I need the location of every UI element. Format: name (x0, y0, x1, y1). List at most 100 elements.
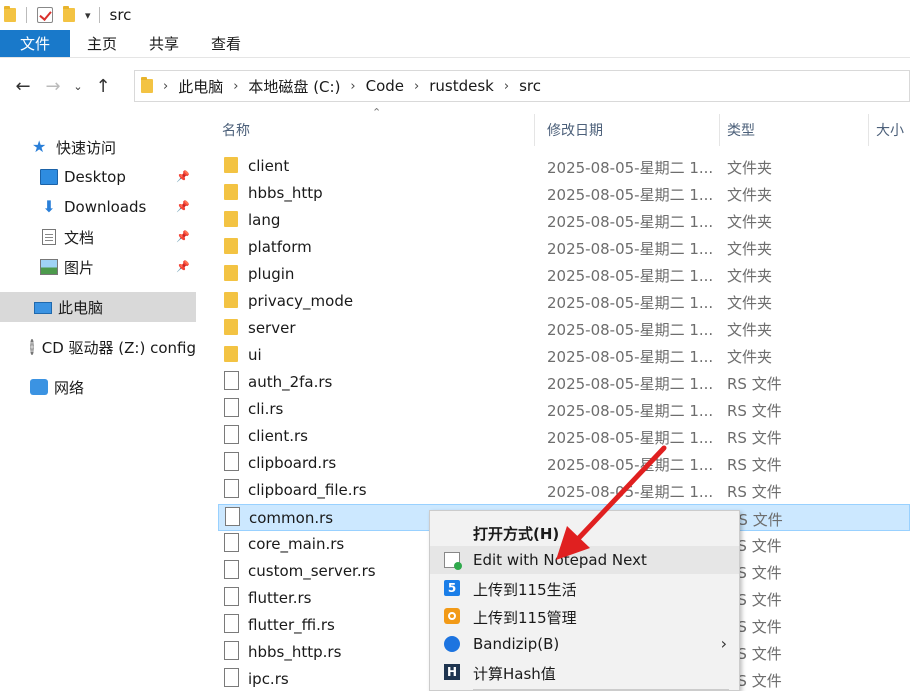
notepad-next-icon (444, 552, 462, 570)
file-type: 文件夹 (727, 186, 773, 204)
context-menu-bandizip[interactable]: Bandizip(B) › (430, 630, 739, 658)
back-arrow-icon[interactable]: ← (8, 71, 38, 101)
breadcrumb-this-pc[interactable]: 此电脑 (178, 76, 223, 97)
file-name: clipboard_file.rs (248, 481, 367, 499)
file-row[interactable]: auth_2fa.rs 2025-08-05-星期二 1... RS 文件 (218, 369, 910, 396)
column-divider[interactable] (719, 114, 720, 146)
nav-quick-access[interactable]: ★ 快速访问 (0, 132, 196, 162)
forward-arrow-icon[interactable]: → (38, 71, 68, 101)
file-name: hbbs_http.rs (248, 643, 342, 661)
file-row[interactable]: client.rs 2025-08-05-星期二 1... RS 文件 (218, 423, 910, 450)
divider (26, 7, 27, 23)
file-row[interactable]: clipboard_file.rs 2025-08-05-星期二 1... RS 文… (218, 477, 910, 504)
folder-icon (224, 238, 238, 254)
quick-access-dropdown-icon[interactable]: ▾ (85, 9, 91, 22)
tab-file[interactable]: 文件 (0, 30, 70, 57)
file-type: 文件夹 (727, 348, 773, 366)
file-icon (224, 614, 239, 633)
column-header-name[interactable]: 名称 (222, 120, 250, 140)
file-name: privacy_mode (248, 292, 354, 310)
context-menu-open-with[interactable]: 打开方式(H) (430, 518, 739, 546)
file-row[interactable]: ui 2025-08-05-星期二 1... 文件夹 (218, 342, 910, 369)
file-date: 2025-08-05-星期二 1... (547, 402, 714, 420)
folder-icon (224, 211, 238, 227)
column-divider[interactable] (868, 114, 869, 146)
file-type: 文件夹 (727, 240, 773, 258)
chevron-right-icon[interactable]: › (414, 79, 419, 94)
context-menu-upload-115-manage[interactable]: 上传到115管理 (430, 602, 739, 630)
column-header-type[interactable]: 类型 (727, 120, 755, 140)
file-name: client.rs (248, 427, 308, 445)
title-bar: ▾ src (0, 0, 910, 30)
window-title: src (109, 6, 132, 24)
file-icon (224, 560, 239, 579)
computer-icon (34, 302, 52, 314)
recent-locations-chevron-icon[interactable]: ⌄ (68, 80, 88, 93)
column-header-date[interactable]: 修改日期 (547, 120, 603, 140)
breadcrumb-rustdesk[interactable]: rustdesk (429, 77, 494, 95)
column-divider[interactable] (534, 114, 535, 146)
nav-cd-drive[interactable]: CD 驱动器 (Z:) config (0, 332, 196, 362)
menu-label: Edit with Notepad Next (473, 551, 647, 569)
file-row[interactable]: privacy_mode 2025-08-05-星期二 1... 文件夹 (218, 288, 910, 315)
address-bar[interactable]: › 此电脑 › 本地磁盘 (C:) › Code › rustdesk › sr… (134, 70, 910, 102)
breadcrumb-src[interactable]: src (519, 77, 541, 95)
nav-this-pc[interactable]: 此电脑 (0, 292, 196, 322)
context-menu-edit-with-notepad-next[interactable]: Edit with Notepad Next (430, 546, 739, 574)
file-date: 2025-08-05-星期二 1... (547, 240, 714, 258)
file-row[interactable]: hbbs_http 2025-08-05-星期二 1... 文件夹 (218, 180, 910, 207)
up-arrow-icon[interactable]: ↑ (88, 71, 118, 101)
file-name: ui (248, 346, 262, 364)
file-row[interactable]: cli.rs 2025-08-05-星期二 1... RS 文件 (218, 396, 910, 423)
folder-icon (224, 157, 238, 173)
file-row[interactable]: server 2025-08-05-星期二 1... 文件夹 (218, 315, 910, 342)
file-type: 文件夹 (727, 159, 773, 177)
nav-label: Downloads (64, 198, 147, 216)
nav-label: 网络 (54, 378, 85, 397)
tab-home[interactable]: 主页 (70, 30, 133, 57)
folder-icon (224, 265, 238, 281)
breadcrumb-code[interactable]: Code (366, 77, 404, 95)
tab-share[interactable]: 共享 (133, 30, 195, 57)
file-icon (225, 507, 240, 526)
file-date: 2025-08-05-星期二 1... (547, 213, 714, 231)
file-date: 2025-08-05-星期二 1... (547, 294, 714, 312)
file-icon (224, 479, 239, 498)
navigation-bar: ← → ⌄ ↑ › 此电脑 › 本地磁盘 (C:) › Code › rustd… (0, 58, 910, 114)
folder-icon (224, 346, 238, 362)
file-name: clipboard.rs (248, 454, 337, 472)
navigation-pane: ★ 快速访问 Desktop 📌 ⬇ Downloads 📌 文档 📌 图片 📌… (0, 120, 196, 691)
nav-pictures[interactable]: 图片 📌 (0, 252, 196, 282)
properties-check-icon[interactable] (37, 7, 53, 23)
folder-icon (224, 184, 238, 200)
nav-label: 此电脑 (58, 298, 104, 317)
file-row[interactable]: platform 2025-08-05-星期二 1... 文件夹 (218, 234, 910, 261)
column-header-size[interactable]: 大小 (876, 120, 904, 140)
pin-icon: 📌 (176, 230, 190, 243)
nav-network[interactable]: 网络 (0, 372, 196, 402)
file-type: RS 文件 (727, 456, 782, 474)
nav-documents[interactable]: 文档 📌 (0, 222, 196, 252)
chevron-right-icon[interactable]: › (233, 79, 238, 94)
chevron-right-icon[interactable]: › (504, 79, 509, 94)
chevron-right-icon[interactable]: › (163, 79, 168, 94)
file-type: RS 文件 (727, 402, 782, 420)
context-menu: 打开方式(H) Edit with Notepad Next 5 上传到115生… (429, 510, 740, 691)
context-menu-calculate-hash[interactable]: H 计算Hash值 (430, 658, 739, 686)
file-row[interactable]: plugin 2025-08-05-星期二 1... 文件夹 (218, 261, 910, 288)
file-icon (224, 452, 239, 471)
file-type: 文件夹 (727, 213, 773, 231)
file-row[interactable]: client 2025-08-05-星期二 1... 文件夹 (218, 153, 910, 180)
tab-view[interactable]: 查看 (195, 30, 257, 57)
file-icon (224, 371, 239, 390)
nav-desktop[interactable]: Desktop 📌 (0, 162, 196, 192)
nav-label: 快速访问 (56, 138, 117, 157)
new-folder-icon[interactable] (63, 6, 75, 22)
file-row[interactable]: clipboard.rs 2025-08-05-星期二 1... RS 文件 (218, 450, 910, 477)
context-menu-upload-115-life[interactable]: 5 上传到115生活 (430, 574, 739, 602)
chevron-right-icon[interactable]: › (350, 79, 355, 94)
file-row[interactable]: lang 2025-08-05-星期二 1... 文件夹 (218, 207, 910, 234)
breadcrumb-drive-c[interactable]: 本地磁盘 (C:) (248, 76, 340, 97)
nav-downloads[interactable]: ⬇ Downloads 📌 (0, 192, 196, 222)
file-name: auth_2fa.rs (248, 373, 333, 391)
